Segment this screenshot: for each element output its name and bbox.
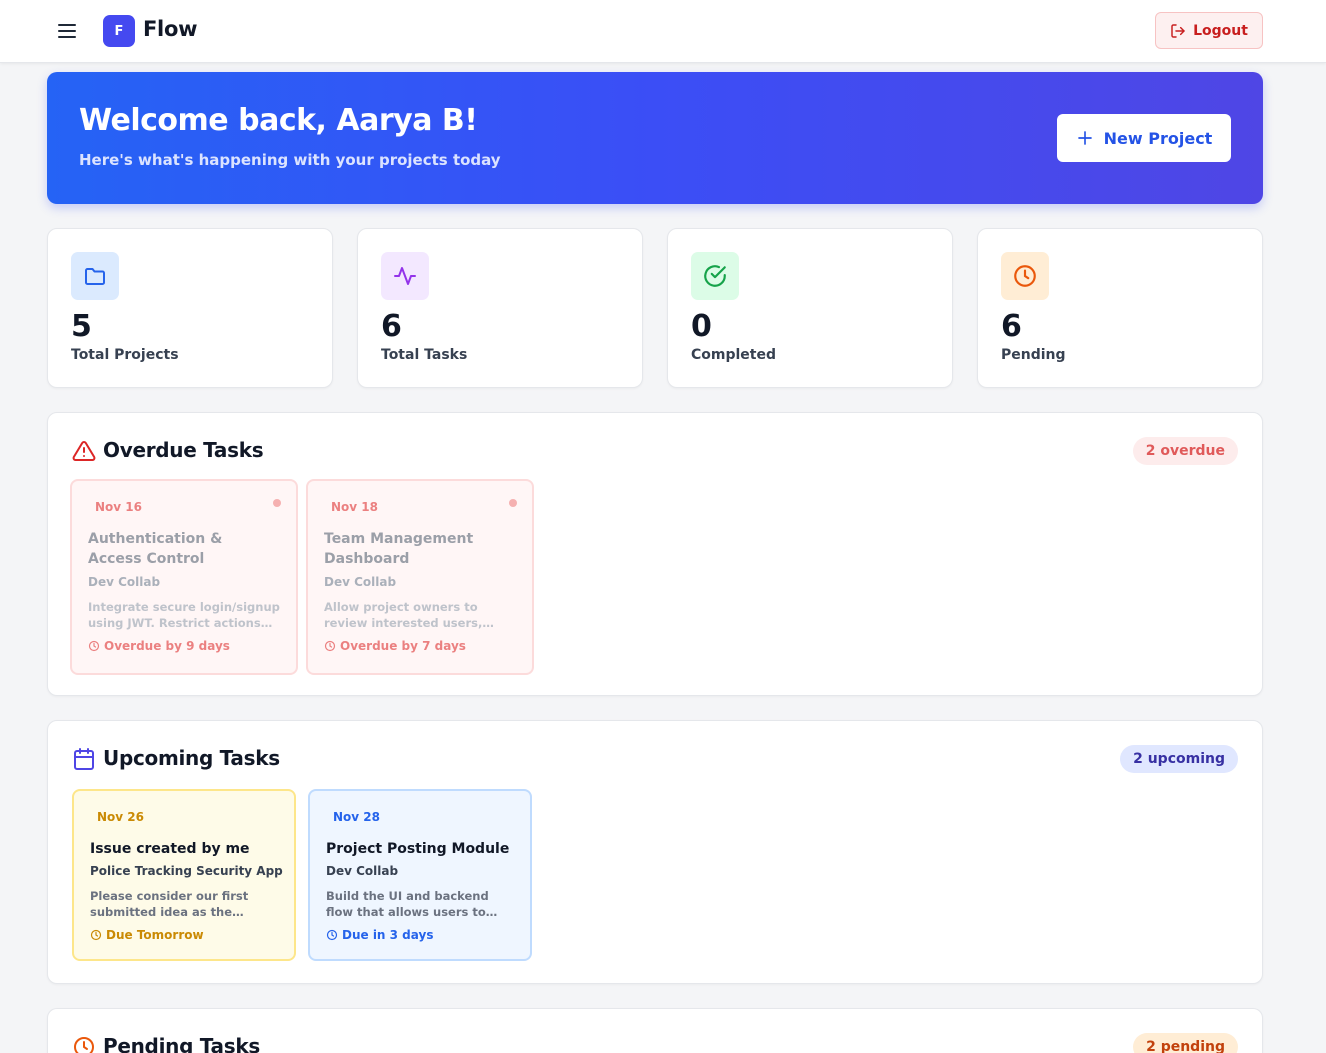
welcome-title: Welcome back, Aarya B! xyxy=(79,103,478,138)
status-dot xyxy=(273,499,281,507)
overdue-task-card[interactable]: Nov 16 Authentication & Access Control D… xyxy=(70,479,298,675)
upcoming-count-badge: 2 upcoming xyxy=(1120,745,1238,773)
overdue-tasks-section: Overdue Tasks 2 overdue Nov 16 Authentic… xyxy=(47,412,1263,696)
stat-value: 6 xyxy=(1001,309,1022,344)
activity-icon xyxy=(381,252,429,300)
new-project-button[interactable]: New Project xyxy=(1057,114,1231,162)
task-due-status: Due Tomorrow xyxy=(90,928,204,942)
folder-icon xyxy=(71,252,119,300)
stat-value: 5 xyxy=(71,309,92,344)
task-due-label: Overdue by 9 days xyxy=(104,639,230,653)
section-title: Upcoming Tasks xyxy=(103,746,280,770)
task-project: Police Tracking Security App xyxy=(90,864,283,878)
clock-icon xyxy=(74,1037,94,1053)
clock-icon xyxy=(1001,252,1049,300)
stat-card-completed: 0 Completed xyxy=(667,228,953,388)
check-circle-icon xyxy=(691,252,739,300)
stat-label: Pending xyxy=(1001,347,1066,363)
task-title: Issue created by me xyxy=(90,841,250,857)
task-due-label: Due Tomorrow xyxy=(106,928,204,942)
clock-icon xyxy=(324,640,336,652)
welcome-banner: Welcome back, Aarya B! Here's what's hap… xyxy=(47,72,1263,204)
stat-label: Completed xyxy=(691,347,777,363)
pending-count-badge: 2 pending xyxy=(1133,1033,1238,1053)
upcoming-task-card[interactable]: Nov 28 Project Posting Module Dev Collab… xyxy=(308,789,532,961)
stat-value: 6 xyxy=(381,309,402,344)
task-description: Build the UI and backend flow that allow… xyxy=(326,889,489,919)
task-title: Team Management Dashboard xyxy=(324,531,474,567)
task-due-status: Overdue by 7 days xyxy=(324,639,466,653)
welcome-subtitle: Here's what's happening with your projec… xyxy=(79,151,501,169)
clock-icon xyxy=(326,929,338,941)
logout-label: Logout xyxy=(1193,22,1248,39)
stat-card-pending: 6 Pending xyxy=(977,228,1263,388)
clock-icon xyxy=(88,640,100,652)
upcoming-tasks-section: Upcoming Tasks 2 upcoming Nov 26 Issue c… xyxy=(47,720,1263,984)
task-date: Nov 28 xyxy=(333,810,380,824)
task-due-status: Overdue by 9 days xyxy=(88,639,230,653)
stat-label: Total Tasks xyxy=(381,347,468,363)
task-due-label: Due in 3 days xyxy=(342,928,434,942)
alert-triangle-icon xyxy=(72,440,96,461)
plus-icon xyxy=(1077,131,1092,145)
task-project: Dev Collab xyxy=(324,575,397,589)
app-name[interactable]: Flow xyxy=(143,17,197,41)
top-bar: F Flow Logout xyxy=(0,0,1326,63)
task-date: Nov 16 xyxy=(95,500,142,514)
task-project: Dev Collab xyxy=(326,864,399,878)
task-date: Nov 18 xyxy=(331,500,378,514)
task-description: Allow project owners to review intereste… xyxy=(324,600,483,630)
section-title: Pending Tasks xyxy=(103,1034,260,1053)
hamburger-menu-icon[interactable] xyxy=(55,19,79,43)
stat-value: 0 xyxy=(691,309,712,344)
overdue-task-card[interactable]: Nov 18 Team Management Dashboard Dev Col… xyxy=(306,479,534,675)
clock-icon xyxy=(90,929,102,941)
section-title: Overdue Tasks xyxy=(103,438,264,462)
pending-tasks-section: Pending Tasks 2 pending xyxy=(47,1008,1263,1053)
calendar-icon xyxy=(74,748,94,770)
logout-button[interactable]: Logout xyxy=(1155,12,1263,49)
new-project-label: New Project xyxy=(1103,128,1213,148)
task-description: Integrate secure login/signup using JWT.… xyxy=(88,600,280,630)
stat-label: Total Projects xyxy=(71,347,179,363)
task-title: Project Posting Module xyxy=(326,841,510,857)
stat-card-total-projects: 5 Total Projects xyxy=(47,228,333,388)
status-dot xyxy=(509,499,517,507)
task-title: Authentication & Access Control xyxy=(88,531,223,567)
stat-card-total-tasks: 6 Total Tasks xyxy=(357,228,643,388)
upcoming-task-card[interactable]: Nov 26 Issue created by me Police Tracki… xyxy=(72,789,296,961)
task-due-status: Due in 3 days xyxy=(326,928,433,942)
overdue-count-badge: 2 overdue xyxy=(1132,437,1238,465)
task-due-label: Overdue by 7 days xyxy=(340,639,466,653)
logout-icon xyxy=(1171,23,1185,38)
task-date: Nov 26 xyxy=(97,810,144,824)
app-logo[interactable]: F xyxy=(103,15,135,47)
task-description: Please consider our first submitted idea… xyxy=(90,889,249,919)
task-project: Dev Collab xyxy=(88,575,161,589)
